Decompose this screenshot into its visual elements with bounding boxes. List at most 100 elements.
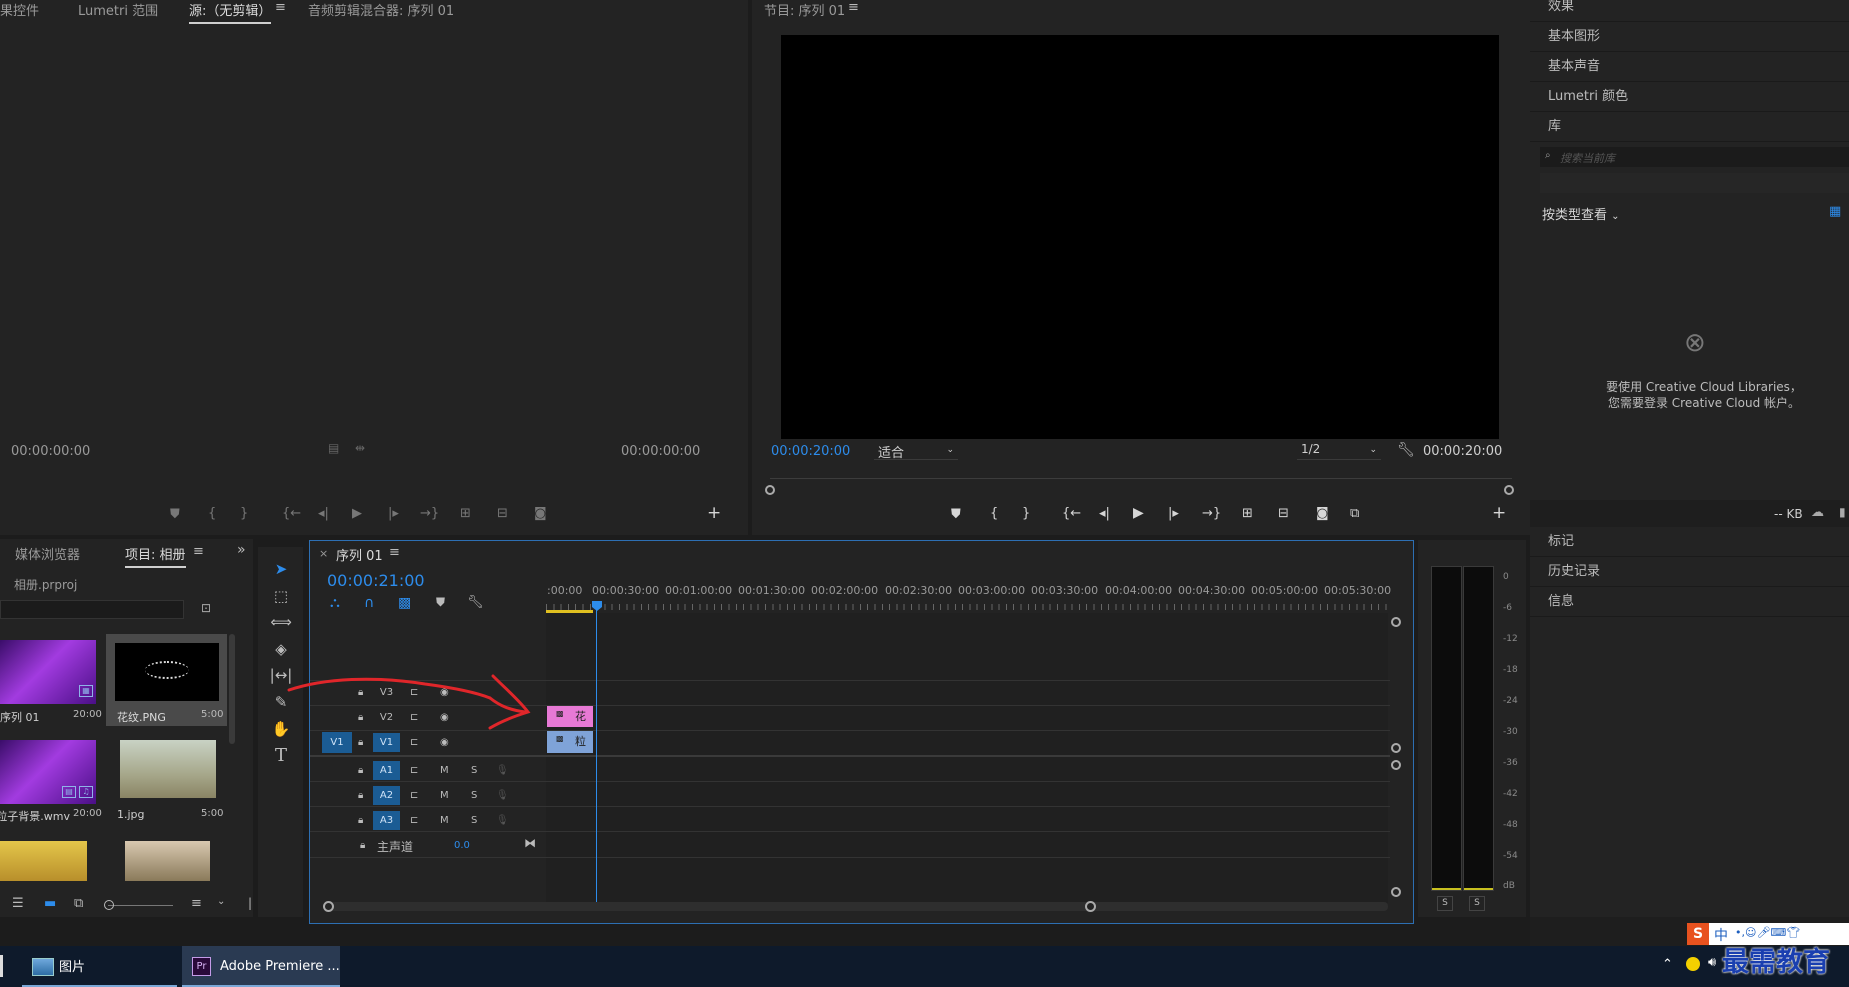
add-button-icon[interactable]: + xyxy=(1492,503,1506,523)
chevron-down-icon[interactable]: ⌄ xyxy=(217,896,225,907)
insert-icon[interactable]: ▤ xyxy=(328,441,339,455)
step-forward-icon[interactable]: |▸ xyxy=(1168,506,1179,521)
program-timecode-left[interactable]: 00:00:20:00 xyxy=(771,444,850,459)
lock-icon[interactable]: 🔒︎ xyxy=(360,840,365,851)
track-label-a2[interactable]: A2 xyxy=(373,786,400,805)
mark-in-icon[interactable]: { xyxy=(990,506,998,521)
sync-lock-icon[interactable]: ⊏ xyxy=(410,733,418,752)
snap-icon[interactable]: ∩ xyxy=(364,595,374,611)
play-icon[interactable]: ▶ xyxy=(352,506,362,521)
linked-selection-icon[interactable]: ▩ xyxy=(398,595,411,611)
track-area[interactable] xyxy=(546,613,1388,903)
mute-button[interactable]: M xyxy=(440,811,449,830)
close-icon[interactable]: × xyxy=(319,547,328,560)
sync-lock-icon[interactable]: ⊏ xyxy=(410,811,418,830)
track-label-v1[interactable]: V1 xyxy=(373,733,400,752)
lock-icon[interactable]: 🔒︎ xyxy=(358,733,363,752)
info-item[interactable]: 信息 xyxy=(1530,587,1849,617)
step-forward-icon[interactable]: |▸ xyxy=(388,506,399,521)
eye-icon[interactable]: ◉ xyxy=(440,733,449,752)
track-label-a3[interactable]: A3 xyxy=(373,811,400,830)
lock-icon[interactable]: 🔒︎ xyxy=(358,761,363,780)
taskbar-item-photos[interactable]: 图片 xyxy=(22,948,177,987)
wrench-icon[interactable]: 🔧︎ xyxy=(1397,442,1415,458)
taskbar-item-premiere[interactable]: Pr Adobe Premiere ... xyxy=(182,946,340,987)
ripple-edit-tool-icon[interactable]: ⟺ xyxy=(268,610,294,634)
libraries-item[interactable]: 库 xyxy=(1530,112,1849,142)
sort-icon[interactable]: ≡ xyxy=(191,896,202,911)
scrollbar[interactable] xyxy=(229,634,235,744)
go-to-end-icon[interactable]: ⧓ xyxy=(524,836,536,850)
horizontal-scroll-handle[interactable] xyxy=(323,901,334,912)
freeform-view-icon[interactable]: ⧉ xyxy=(74,896,83,911)
wrench-icon[interactable]: 🔧︎ xyxy=(467,595,484,610)
tray-app-icon[interactable] xyxy=(1686,957,1700,971)
horizontal-scroll-handle[interactable] xyxy=(1085,901,1096,912)
solo-button[interactable]: S xyxy=(471,811,477,830)
vertical-scroll-handle[interactable] xyxy=(1391,760,1401,770)
effects-item[interactable]: 效果 xyxy=(1530,0,1849,22)
step-back-icon[interactable]: ◂| xyxy=(318,506,329,521)
export-frame-icon[interactable]: ◙ xyxy=(1316,506,1329,521)
step-back-icon[interactable]: ◂| xyxy=(1099,506,1110,521)
tab-lumetri-scopes[interactable]: Lumetri 范围 xyxy=(78,0,158,19)
tab-source[interactable]: 源:（无剪辑） xyxy=(189,0,272,24)
library-search-box[interactable]: ⌕ 搜索当前库 xyxy=(1540,147,1849,167)
extract-icon[interactable]: ⊟ xyxy=(1278,506,1289,521)
sync-lock-icon[interactable]: ⊏ xyxy=(410,786,418,805)
lock-icon[interactable]: 🔒︎ xyxy=(358,786,363,805)
grid-view-icon[interactable]: ▦ xyxy=(1829,204,1841,219)
icon-view-icon[interactable]: ▬ xyxy=(44,896,56,911)
resolution-dropdown[interactable]: 1/2 ⌄ xyxy=(1297,442,1381,460)
go-to-out-icon[interactable]: →} xyxy=(420,506,439,521)
master-volume-value[interactable]: 0.0 xyxy=(454,840,470,851)
menu-icon[interactable]: ≡ xyxy=(275,0,286,15)
drag-video-icon[interactable]: ⇹ xyxy=(355,441,365,455)
scrub-end-handle[interactable] xyxy=(1504,485,1514,495)
mark-out-icon[interactable]: } xyxy=(240,506,248,521)
zoom-slider-handle[interactable] xyxy=(104,900,114,910)
mark-out-icon[interactable]: } xyxy=(1022,506,1030,521)
trash-icon[interactable]: ▮ xyxy=(1839,505,1846,519)
vertical-scroll-handle[interactable] xyxy=(1391,887,1401,897)
mute-button[interactable]: M xyxy=(440,786,449,805)
selection-tool-icon[interactable]: ➤ xyxy=(268,557,294,581)
tab-effect-controls[interactable]: 果控件 xyxy=(0,0,39,19)
comparison-view-icon[interactable]: ⧉ xyxy=(1350,506,1359,521)
mute-button[interactable]: M xyxy=(440,761,449,780)
go-to-out-icon[interactable]: →} xyxy=(1202,506,1221,521)
tray-chevron-icon[interactable]: ⌃ xyxy=(1662,957,1673,972)
track-label-a1[interactable]: A1 xyxy=(373,761,400,780)
timeline-timecode[interactable]: 00:00:21:00 xyxy=(327,571,425,590)
razor-tool-icon[interactable]: ◈ xyxy=(268,637,294,661)
clip-v1[interactable]: ▩ 粒 xyxy=(547,731,593,753)
insert-button-icon[interactable]: ⊞ xyxy=(460,506,471,521)
lock-icon[interactable]: 🔒︎ xyxy=(358,811,363,830)
fit-dropdown[interactable]: 适合 ⌄ xyxy=(874,442,958,461)
project-item[interactable] xyxy=(125,841,210,881)
sync-lock-icon[interactable]: ⊏ xyxy=(410,761,418,780)
project-item[interactable] xyxy=(0,841,87,881)
lift-icon[interactable]: ⊞ xyxy=(1242,506,1253,521)
add-button-icon[interactable]: + xyxy=(707,503,721,523)
solo-button[interactable]: S xyxy=(1437,896,1453,911)
mark-in-icon[interactable]: { xyxy=(208,506,216,521)
export-frame-icon[interactable]: ◙ xyxy=(534,506,547,521)
go-to-in-icon[interactable]: {← xyxy=(282,506,301,521)
cloud-sync-icon[interactable]: ☁ xyxy=(1811,505,1824,520)
nest-icon[interactable]: ⛬ xyxy=(330,595,340,611)
program-timecode-right[interactable]: 00:00:20:00 xyxy=(1423,444,1502,459)
mic-icon[interactable]: 🎙︎ xyxy=(496,811,509,830)
tab-sequence[interactable]: 序列 01 xyxy=(336,545,383,564)
add-marker-icon[interactable]: ⛊ xyxy=(170,507,180,522)
horizontal-scrollbar[interactable] xyxy=(328,902,1388,911)
mic-icon[interactable]: 🎙︎ xyxy=(496,786,509,805)
playhead-line[interactable] xyxy=(596,610,597,904)
menu-icon[interactable]: ≡ xyxy=(848,0,859,15)
solo-button[interactable]: S xyxy=(471,786,477,805)
expand-panels-icon[interactable]: » xyxy=(237,542,246,558)
zoom-slider[interactable] xyxy=(108,905,173,906)
tab-media-browser[interactable]: 媒体浏览器 xyxy=(15,544,80,563)
history-item[interactable]: 历史记录 xyxy=(1530,557,1849,587)
solo-button[interactable]: S xyxy=(471,761,477,780)
